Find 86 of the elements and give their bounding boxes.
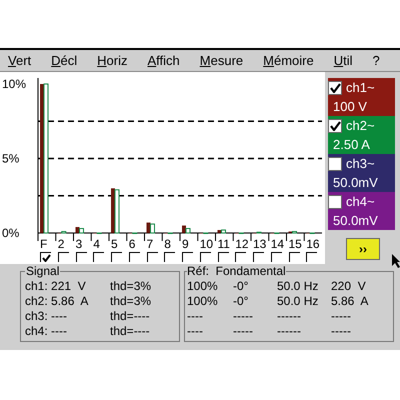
reference-value: 5.86 A [331, 294, 370, 309]
check-icon [42, 254, 50, 262]
axis-label: 6 [128, 237, 136, 251]
menu-item[interactable]: Mesure [200, 50, 244, 70]
harmonic-checkbox[interactable] [164, 252, 176, 262]
reference-value: ------ [277, 324, 302, 339]
reference-value: 50.0 Hz [277, 294, 320, 309]
next-button[interactable]: ›› [346, 238, 380, 260]
reference-value: ------ [277, 309, 302, 324]
axis-label: 10 [200, 237, 214, 251]
harmonic-checkbox[interactable] [146, 252, 158, 262]
menu-item[interactable]: Affich [148, 50, 180, 70]
thd-reading: thd=---- [110, 324, 150, 339]
menu-item[interactable]: Horiz [97, 50, 128, 70]
harmonic-checkbox[interactable] [182, 252, 193, 262]
harmonic-checkbox[interactable] [128, 252, 140, 262]
reference-value: 100% [187, 279, 219, 294]
reference-value: 220 V [331, 279, 367, 294]
reference-value: ----- [233, 309, 254, 324]
harmonic-checkbox[interactable] [111, 252, 122, 262]
axis-label: 9 [182, 237, 189, 251]
harmonic-checkbox[interactable] [40, 252, 51, 262]
channel-name: ch4~ [346, 192, 375, 211]
reference-value: ----- [331, 309, 352, 324]
axis-label: 4 [93, 237, 100, 251]
check-icon [330, 82, 340, 92]
thd-reading: thd=3% [110, 279, 152, 294]
axis-label: 10% [2, 77, 26, 91]
signal-reading: ch3: ---- [25, 309, 68, 324]
reference-value: -0° [233, 279, 250, 294]
axis-label: 2 [58, 237, 64, 251]
channel-checkbox[interactable] [328, 194, 342, 208]
harmonic-checkbox[interactable] [253, 252, 264, 262]
signal-reading: ch4: ---- [25, 324, 68, 339]
harmonic-checkbox[interactable] [200, 252, 211, 262]
channel-scale: 50.0mV [332, 212, 379, 230]
reference-value: 100% [187, 294, 219, 309]
harmonic-checkbox[interactable] [306, 252, 318, 262]
channel-scale: 50.0mV [332, 174, 379, 192]
channel-scale: 100 V [332, 98, 368, 116]
channel-button[interactable]: ch4~ 50.0mV [328, 192, 395, 230]
channel-name: ch1~ [346, 78, 375, 97]
harmonic-checkbox[interactable] [218, 252, 228, 262]
axis-label: 7 [146, 237, 154, 251]
thd-reading: thd=3% [110, 294, 152, 309]
axis-label: 12 [235, 237, 249, 251]
axis-label: 13 [253, 237, 266, 251]
reference-value: ----- [331, 324, 352, 339]
channel-scale: 2.50 A [332, 136, 371, 154]
axis-label: F [40, 237, 48, 251]
axis-label: 5 [111, 237, 118, 251]
axis-label: 16 [306, 237, 320, 251]
reference-value: 50.0 Hz [277, 279, 320, 294]
harmonic-checkbox[interactable] [288, 252, 300, 262]
axis-label: 11 [218, 237, 230, 251]
menu-item[interactable]: Util [334, 50, 353, 70]
menu-item[interactable]: Mémoire [263, 50, 314, 70]
check-icon [330, 120, 340, 130]
channel-checkbox[interactable] [328, 118, 342, 132]
channel-name: ch3~ [346, 154, 375, 173]
channel-checkbox[interactable] [328, 156, 342, 170]
reference-value: ---- [187, 324, 204, 339]
reference-value: ---- [187, 309, 204, 324]
reference-value: ----- [233, 324, 254, 339]
signal-reading: ch1: 221 V [25, 279, 87, 294]
harmonic-checkbox[interactable] [235, 252, 246, 262]
menu-item[interactable]: Décl [51, 50, 78, 70]
axis-label: 15 [288, 237, 302, 251]
panel-title: Signal [25, 264, 60, 279]
axis-label: 3 [76, 237, 82, 251]
menu-item[interactable]: ? [372, 50, 380, 70]
channel-checkbox[interactable] [328, 80, 342, 94]
reference-value: -0° [233, 294, 250, 309]
harmonic-checkbox[interactable] [93, 252, 104, 262]
axis-label: 14 [270, 237, 284, 251]
thd-reading: thd=---- [110, 309, 150, 324]
harmonic-checkbox[interactable] [76, 252, 86, 262]
panel-title: Réf: Fondamental [187, 264, 286, 279]
channel-name: ch2~ [346, 116, 375, 135]
axis-label: 5% [2, 152, 20, 166]
signal-reading: ch2: 5.86 A [25, 294, 90, 309]
axis-label: 0% [2, 226, 20, 240]
axis-label: 8 [164, 237, 171, 251]
harmonic-checkbox[interactable] [58, 252, 69, 262]
harmonic-checkbox[interactable] [270, 252, 282, 262]
menu-item[interactable]: Vert [8, 50, 32, 70]
